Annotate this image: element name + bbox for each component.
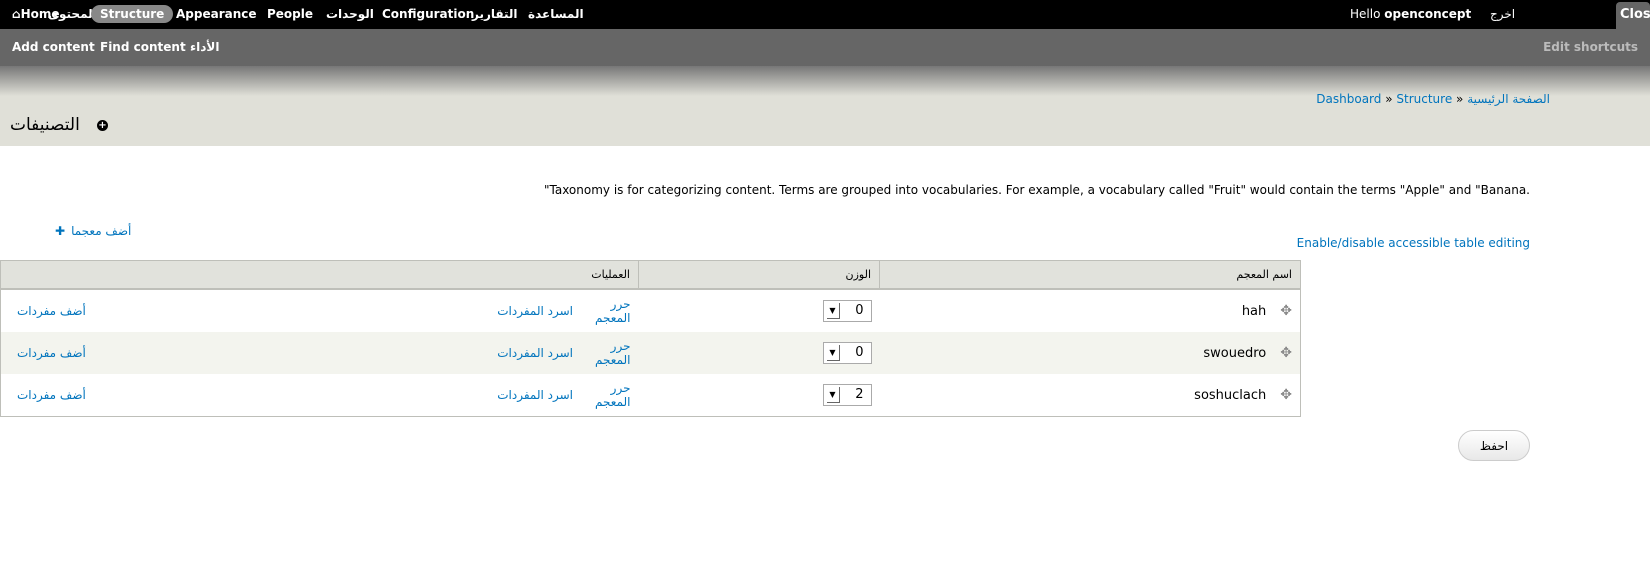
drag-handle-icon[interactable]: ✥ bbox=[1280, 303, 1292, 319]
add-terms-link[interactable]: أضف مفردات bbox=[17, 304, 86, 318]
weight-select[interactable]: ▼ 2 bbox=[822, 384, 872, 406]
table-row: أضف مفردات اسرد المفردات حرر المعجم ▼ 0 h… bbox=[0, 289, 1301, 332]
add-vocabulary-link[interactable]: ✚ أضف معجما bbox=[55, 224, 131, 238]
logout-link[interactable]: اخرج bbox=[1490, 7, 1515, 21]
admin-toolbar: ⌂Home المحتوى Structure Appearance Peopl… bbox=[0, 0, 1650, 29]
add-terms-link[interactable]: أضف مفردات bbox=[17, 388, 86, 402]
add-terms-link[interactable]: أضف مفردات bbox=[17, 346, 86, 360]
vocabulary-table: العمليات الوزن اسم المعجم أضف مفردات اسر… bbox=[0, 260, 1301, 417]
chevron-down-icon: ▼ bbox=[826, 303, 840, 319]
page-title: التصنيفات bbox=[10, 115, 80, 135]
edit-vocabulary-link[interactable]: حرر المعجم bbox=[595, 339, 630, 367]
plus-icon: ✚ bbox=[55, 224, 66, 238]
add-shortcut-icon[interactable]: + bbox=[97, 120, 108, 131]
user-link[interactable]: openconcept bbox=[1384, 7, 1471, 21]
shortcut-bar: Add content Find content الأداء Edit sho… bbox=[0, 29, 1650, 66]
toolbar-help[interactable]: المساعدة bbox=[528, 7, 584, 21]
toolbar-reports[interactable]: التقارير bbox=[472, 7, 518, 21]
help-text: "Taxonomy is for categorizing content. T… bbox=[543, 183, 1530, 197]
breadcrumb-home[interactable]: الصفحة الرئيسية bbox=[1467, 92, 1550, 106]
drag-handle-icon[interactable]: ✥ bbox=[1280, 345, 1292, 361]
vocabulary-name: soshuclach bbox=[1194, 388, 1267, 403]
chevron-down-icon: ▼ bbox=[826, 387, 840, 403]
toolbar-modules[interactable]: الوحدات bbox=[326, 7, 374, 21]
edit-shortcuts-link[interactable]: Edit shortcuts bbox=[1543, 40, 1638, 54]
header-weight: الوزن bbox=[638, 260, 880, 290]
breadcrumb-structure[interactable]: Structure bbox=[1396, 92, 1452, 106]
drag-handle-icon[interactable]: ✥ bbox=[1280, 387, 1292, 403]
toolbar-people[interactable]: People bbox=[267, 7, 313, 21]
breadcrumb: Dashboard » Structure » الصفحة الرئيسية bbox=[1316, 92, 1550, 106]
header-operations: العمليات bbox=[0, 260, 639, 290]
vocabulary-name: hah bbox=[1241, 304, 1267, 319]
greeting: Hello openconcept bbox=[1350, 7, 1472, 21]
shortcut-find-content[interactable]: Find content bbox=[100, 40, 186, 54]
table-row: أضف مفردات اسرد المفردات حرر المعجم ▼ 2 s… bbox=[0, 374, 1301, 417]
list-terms-link[interactable]: اسرد المفردات bbox=[497, 304, 573, 318]
toolbar-appearance[interactable]: Appearance bbox=[176, 7, 257, 21]
edit-vocabulary-link[interactable]: حرر المعجم bbox=[595, 381, 630, 409]
weight-select[interactable]: ▼ 0 bbox=[822, 342, 872, 364]
toolbar-content[interactable]: المحتوى bbox=[48, 7, 97, 21]
header-name: اسم المعجم bbox=[879, 260, 1301, 290]
list-terms-link[interactable]: اسرد المفردات bbox=[497, 388, 573, 402]
breadcrumb-dashboard[interactable]: Dashboard bbox=[1316, 92, 1381, 106]
edit-vocabulary-link[interactable]: حرر المعجم bbox=[595, 297, 630, 325]
toolbar-configuration[interactable]: Configuration bbox=[382, 7, 474, 21]
shortcut-add-content[interactable]: Add content bbox=[12, 40, 95, 54]
shortcut-performance[interactable]: الأداء bbox=[190, 40, 219, 54]
chevron-down-icon: ▼ bbox=[826, 345, 840, 361]
save-button[interactable]: احفظ bbox=[1458, 430, 1530, 461]
page-header: Dashboard » Structure » الصفحة الرئيسية … bbox=[0, 92, 1650, 146]
list-terms-link[interactable]: اسرد المفردات bbox=[497, 346, 573, 360]
toolbar-structure[interactable]: Structure bbox=[91, 5, 174, 23]
weight-select[interactable]: ▼ 0 bbox=[822, 300, 872, 322]
home-icon: ⌂ bbox=[12, 7, 21, 21]
table-row: أضف مفردات اسرد المفردات حرر المعجم ▼ 0 s… bbox=[0, 332, 1301, 374]
toggle-weights-link[interactable]: Enable/disable accessible table editing bbox=[1297, 236, 1530, 250]
vocabulary-name: swouedro bbox=[1203, 346, 1267, 361]
close-shortcuts-button[interactable]: Close bbox=[1616, 2, 1650, 29]
